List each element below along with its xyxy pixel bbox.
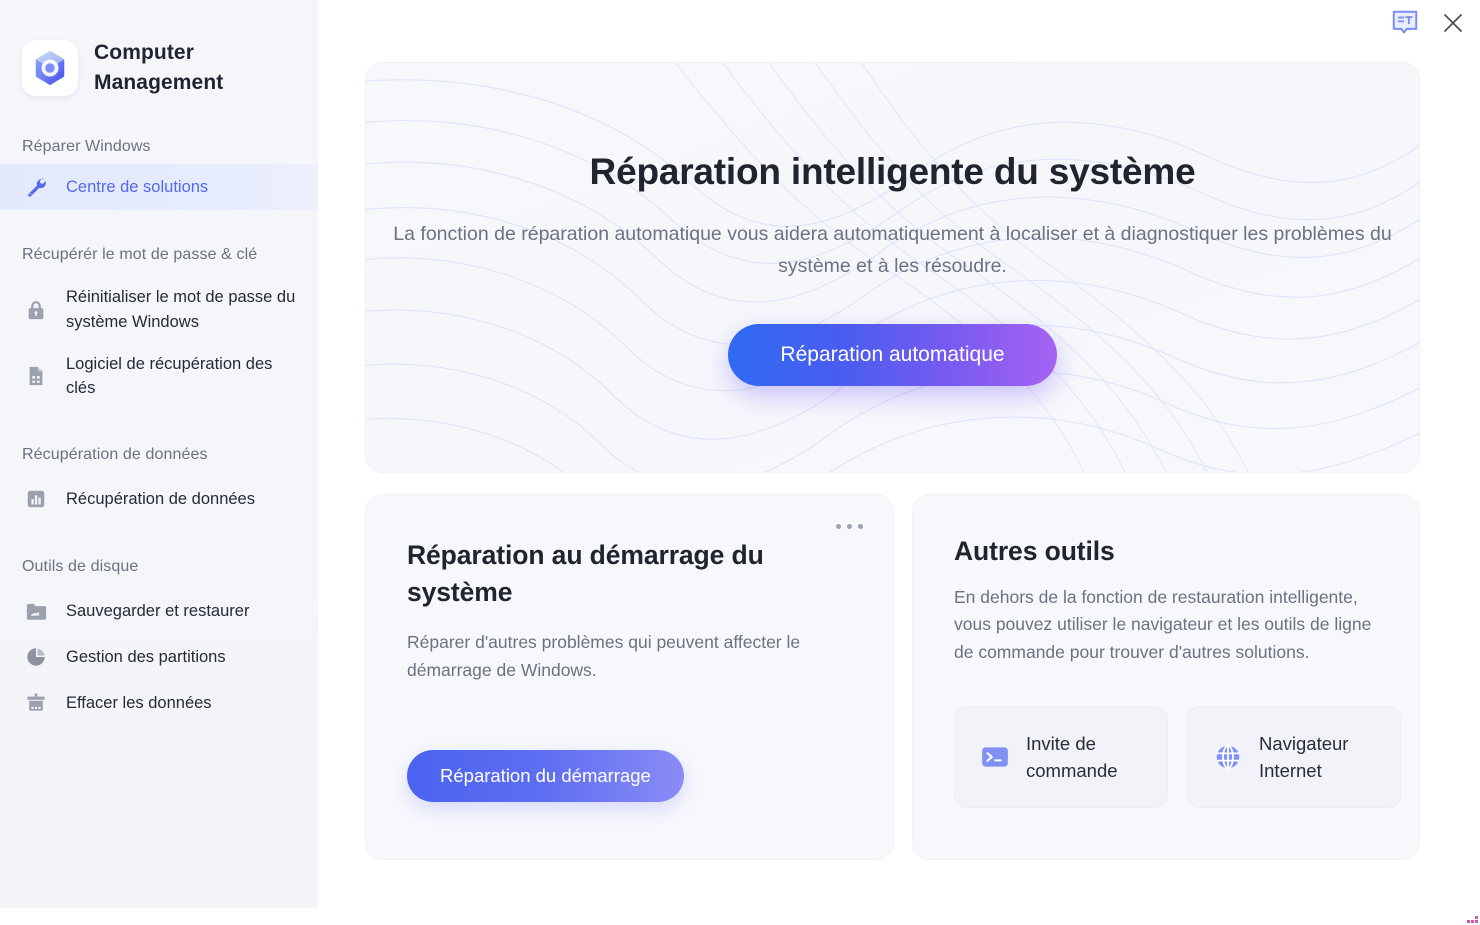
- app-title: Computer Management: [94, 38, 223, 99]
- hero-card: Réparation intelligente du système La fo…: [365, 62, 1420, 473]
- sidebar-item-label: Réinitialiser le mot de passe du système…: [66, 288, 296, 331]
- pie-chart-icon: [22, 643, 50, 671]
- sidebar-group-label-password-key: Récupérér le mot de passe & clé: [22, 246, 258, 264]
- sidebar-group-label-disk-tools: Outils de disque: [22, 558, 139, 576]
- app-title-line1: Computer: [94, 41, 194, 64]
- internet-browser-label-line2: Internet: [1259, 760, 1322, 781]
- close-icon[interactable]: [1442, 12, 1464, 34]
- sidebar-item-label: Gestion des partitions: [66, 648, 226, 667]
- startup-repair-button[interactable]: Réparation du démarrage: [407, 750, 684, 802]
- sidebar-item-label: Sauvegarder et restaurer: [66, 602, 250, 621]
- sidebar-item-gestion-des-partitions[interactable]: Gestion des partitions: [0, 634, 318, 680]
- internet-browser-label-line1: Navigateur: [1259, 732, 1349, 754]
- window-resize-grip[interactable]: [1464, 909, 1478, 923]
- sidebar-item-label: Centre de solutions: [66, 177, 209, 196]
- sidebar-item-recuperation-de-donnees[interactable]: Récupération de données: [0, 476, 318, 522]
- other-tools-card: Autres outils En dehors de la fonction d…: [912, 494, 1420, 860]
- startup-repair-title: Réparation au démarrage du système: [407, 540, 764, 607]
- sidebar-group-label-repair-windows: Réparer Windows: [22, 137, 151, 155]
- sidebar-item-centre-de-solutions[interactable]: Centre de solutions: [0, 164, 318, 211]
- bar-chart-icon: [22, 485, 50, 513]
- command-prompt-label: Invite de commande: [1026, 730, 1118, 784]
- sidebar-item-label: Logiciel de récupération des clés: [66, 355, 273, 398]
- command-prompt-label-line1: Invite de: [1026, 732, 1096, 754]
- sidebar-item-logiciel-recuperation-cles[interactable]: Logiciel de récupération des clés: [0, 343, 318, 410]
- app-brand: Computer Management: [0, 24, 318, 99]
- wrench-icon: [22, 173, 50, 201]
- internet-browser-button[interactable]: Navigateur Internet: [1187, 706, 1401, 808]
- folder-backup-icon: [22, 597, 50, 625]
- hex-nut-logo-icon: [22, 40, 78, 97]
- window-controls: [1390, 8, 1464, 38]
- sidebar-item-reinitialiser-mot-de-passe[interactable]: Réinitialiser le mot de passe du système…: [0, 276, 318, 343]
- sidebar-item-effacer-les-donnees[interactable]: Effacer les données: [0, 680, 318, 726]
- hero-subtitle: La fonction de réparation automatique vo…: [393, 223, 1392, 277]
- other-tools-description: En dehors de la fonction de restauration…: [954, 586, 1372, 662]
- sidebar-item-sauvegarder-et-restaurer[interactable]: Sauvegarder et restaurer: [0, 588, 318, 634]
- startup-repair-description: Réparer d'autres problèmes qui peuvent a…: [407, 632, 801, 680]
- app-title-line2: Management: [94, 71, 224, 95]
- lock-icon: [22, 296, 50, 324]
- main-content: Réparation intelligente du système La fo…: [318, 0, 1480, 925]
- sidebar: Computer Management Réparer Windows Cent…: [0, 0, 318, 908]
- sidebar-item-label: Récupération de données: [66, 489, 255, 508]
- command-prompt-label-line2: commande: [1026, 760, 1118, 781]
- automatic-repair-button[interactable]: Réparation automatique: [728, 324, 1057, 387]
- document-key-icon: [22, 362, 50, 390]
- hero-title: Réparation intelligente du système: [589, 151, 1196, 192]
- translate-bubble-icon[interactable]: [1390, 8, 1420, 38]
- application-window: Computer Management Réparer Windows Cent…: [0, 0, 1480, 925]
- other-tools-buttons: Invite de commande Navigateur Internet: [954, 706, 1401, 808]
- other-tools-title: Autres outils: [954, 536, 1115, 566]
- sidebar-group-label-data-recovery: Récupération de données: [22, 445, 208, 463]
- globe-icon: [1212, 742, 1244, 772]
- terminal-icon: [979, 742, 1011, 772]
- command-prompt-button[interactable]: Invite de commande: [954, 706, 1168, 808]
- startup-repair-card: Réparation au démarrage du système Répar…: [365, 494, 894, 860]
- trash-wipe-icon: [22, 689, 50, 717]
- internet-browser-label: Navigateur Internet: [1259, 730, 1348, 784]
- more-options-icon[interactable]: [836, 524, 863, 529]
- sidebar-item-label: Effacer les données: [66, 694, 212, 713]
- tool-cards-row: Réparation au démarrage du système Répar…: [365, 494, 1420, 860]
